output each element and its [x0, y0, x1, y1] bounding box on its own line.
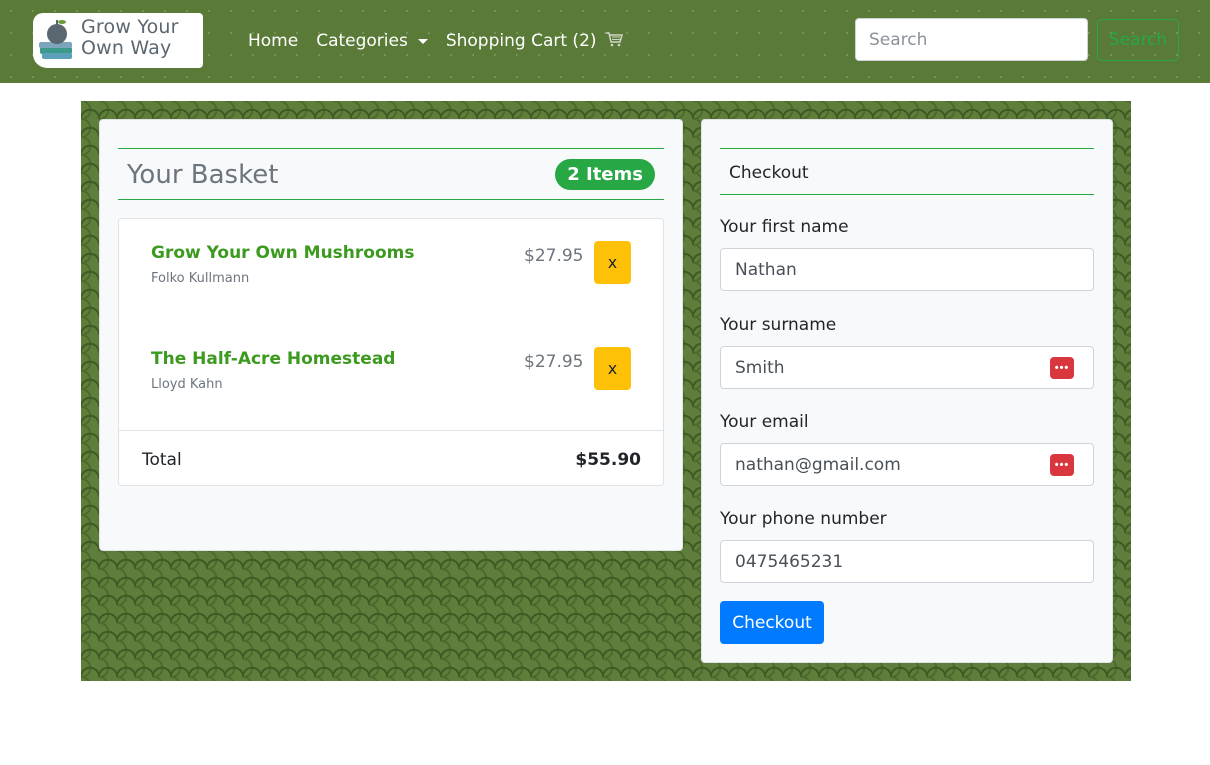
checkout-button[interactable]: Checkout — [720, 601, 824, 644]
checkout-card: Checkout Your first name Nathan Your sur… — [701, 119, 1113, 663]
first-name-field[interactable]: Nathan — [720, 248, 1094, 291]
search-input[interactable] — [855, 18, 1088, 61]
navbar: Grow Your Own Way Home Categories Shoppi… — [0, 0, 1210, 83]
nav-links: Home Categories Shopping Cart (2) — [248, 30, 641, 52]
logo-line-2: Own Way — [81, 37, 172, 59]
surname-field[interactable]: Smith ••• — [720, 346, 1094, 389]
nav-cart-label: Shopping Cart (2) — [445, 31, 597, 51]
remove-item-button[interactable]: x — [594, 241, 631, 284]
email-field[interactable]: nathan@gmail.com ••• — [720, 443, 1094, 486]
basket-card: Your Basket 2 Items Grow Your Own Mushro… — [99, 119, 683, 551]
email-label: Your email — [720, 412, 809, 432]
nav-shopping-cart[interactable]: Shopping Cart (2) — [446, 31, 623, 51]
basket-items-list: Grow Your Own Mushrooms Folko Kullmann $… — [118, 218, 664, 486]
phone-value: 0475465231 — [735, 552, 844, 572]
basket-header: Your Basket 2 Items — [118, 148, 664, 200]
password-manager-icon[interactable]: ••• — [1050, 357, 1074, 379]
phone-label: Your phone number — [720, 509, 887, 529]
item-author: Lloyd Kahn — [151, 377, 223, 392]
item-price: $27.95 — [524, 246, 584, 266]
nav-categories-label: Categories — [316, 31, 408, 51]
password-manager-icon[interactable]: ••• — [1050, 454, 1074, 476]
nav-home[interactable]: Home — [248, 31, 298, 51]
basket-title: Your Basket — [127, 160, 279, 190]
checkout-header: Checkout — [720, 148, 1094, 195]
remove-item-button[interactable]: x — [594, 347, 631, 390]
item-title[interactable]: The Half-Acre Homestead — [151, 349, 395, 369]
list-item: The Half-Acre Homestead Lloyd Kahn $27.9… — [119, 325, 663, 431]
email-value: nathan@gmail.com — [735, 455, 901, 475]
first-name-value: Nathan — [735, 260, 797, 280]
checkout-title: Checkout — [729, 163, 809, 183]
caret-down-icon — [417, 38, 428, 44]
cart-icon — [605, 31, 623, 51]
site-logo[interactable]: Grow Your Own Way — [33, 13, 203, 68]
surname-label: Your surname — [720, 315, 837, 335]
items-count-badge: 2 Items — [555, 159, 655, 190]
surname-value: Smith — [735, 358, 785, 378]
phone-field[interactable]: 0475465231 — [720, 540, 1094, 583]
total-label: Total — [142, 450, 182, 470]
item-title[interactable]: Grow Your Own Mushrooms — [151, 243, 414, 263]
item-price: $27.95 — [524, 352, 584, 372]
item-author: Folko Kullmann — [151, 271, 250, 286]
total-value: $55.90 — [575, 450, 641, 470]
logo-line-1: Grow Your — [81, 16, 179, 38]
logo-text: Grow Your Own Way — [81, 17, 201, 59]
apple-books-logo-icon — [39, 20, 72, 59]
first-name-label: Your first name — [720, 217, 849, 237]
nav-categories-dropdown[interactable]: Categories — [316, 31, 428, 51]
search-button[interactable]: Search — [1097, 19, 1179, 61]
nav-home-label: Home — [248, 31, 299, 51]
total-row: Total $55.90 — [119, 430, 663, 485]
list-item: Grow Your Own Mushrooms Folko Kullmann $… — [119, 219, 663, 325]
